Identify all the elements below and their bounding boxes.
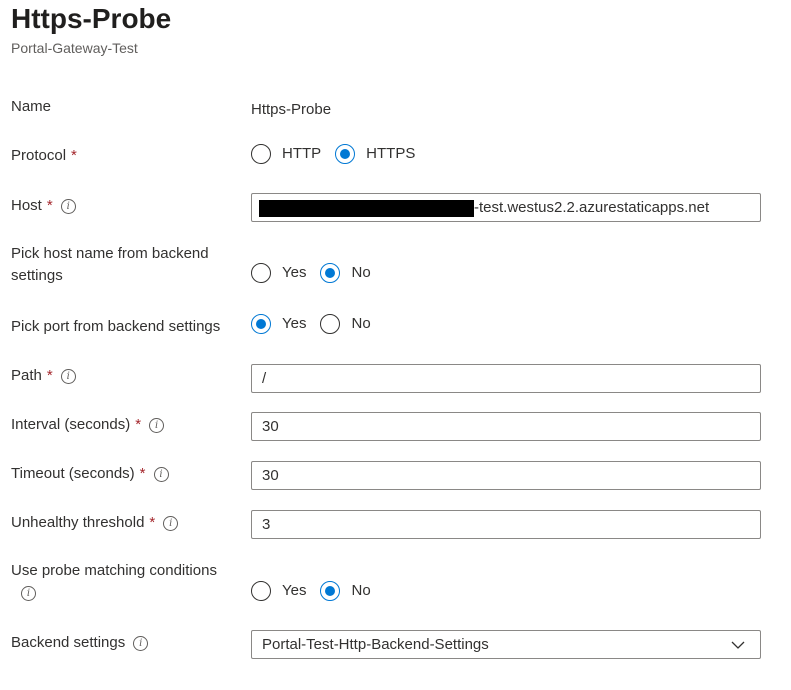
radio-circle[interactable] — [251, 581, 271, 601]
path-label-text: Path — [11, 367, 42, 384]
name-label: Name — [11, 96, 246, 118]
protocol-label-text: Protocol — [11, 147, 67, 164]
radio-circle[interactable] — [335, 144, 356, 164]
host-input-value: -test.westus2.2.azurestaticapps.net — [474, 199, 710, 216]
interval-label-text: Interval (seconds) — [11, 416, 131, 433]
unhealthy-threshold-input[interactable] — [251, 510, 761, 539]
required-indicator: * — [46, 197, 53, 214]
page-subtitle: Portal-Gateway-Test — [11, 40, 138, 56]
protocol-option-http[interactable]: HTTP — [251, 144, 321, 164]
host-label: Host * i — [11, 195, 246, 217]
radio-circle[interactable] — [251, 263, 271, 283]
protocol-option-https-label: HTTPS — [366, 145, 416, 162]
pick-port-option-yes[interactable]: Yes — [251, 314, 306, 334]
path-input[interactable] — [251, 364, 761, 393]
path-label: Path * i — [11, 365, 246, 387]
radio-circle[interactable] — [320, 263, 341, 283]
timeout-label: Timeout (seconds) * i — [11, 463, 246, 485]
required-indicator: * — [149, 514, 156, 531]
timeout-label-text: Timeout (seconds) — [11, 465, 135, 482]
info-icon[interactable]: i — [149, 418, 165, 433]
pick-host-option-no[interactable]: No — [320, 263, 371, 283]
redaction-bar — [259, 200, 474, 217]
backend-settings-label: Backend settings i — [11, 632, 246, 654]
pick-port-label-text: Pick port from backend settings — [11, 318, 221, 335]
matching-conditions-label-text: Use probe matching conditions — [11, 562, 217, 579]
protocol-radio-group: HTTP HTTPS — [251, 142, 429, 166]
info-icon[interactable]: i — [60, 199, 76, 214]
backend-settings-label-text: Backend settings — [11, 634, 126, 651]
unhealthy-threshold-label: Unhealthy threshold * i — [11, 512, 246, 534]
unhealthy-threshold-label-text: Unhealthy threshold — [11, 514, 145, 531]
pick-host-label: Pick host name from backend settings — [11, 243, 246, 287]
pick-host-radio-group: Yes No — [251, 261, 385, 285]
interval-label: Interval (seconds) * i — [11, 414, 246, 436]
pick-host-option-no-label: No — [351, 264, 371, 281]
timeout-input[interactable] — [251, 461, 761, 490]
pick-port-option-no[interactable]: No — [320, 314, 371, 334]
radio-circle[interactable] — [251, 144, 271, 164]
info-icon[interactable]: i — [21, 586, 36, 601]
backend-settings-selected-value: Portal-Test-Http-Backend-Settings — [262, 636, 489, 653]
matching-conditions-label: Use probe matching conditions i — [11, 560, 246, 604]
protocol-option-https[interactable]: HTTPS — [335, 144, 415, 164]
interval-input[interactable] — [251, 412, 761, 441]
protocol-label: Protocol * — [11, 145, 246, 167]
matching-option-yes-label: Yes — [282, 582, 307, 599]
matching-option-no-label: No — [351, 582, 371, 599]
info-icon[interactable]: i — [60, 369, 76, 384]
host-label-text: Host — [11, 197, 42, 214]
host-input[interactable]: -test.westus2.2.azurestaticapps.net — [251, 193, 761, 222]
protocol-option-http-label: HTTP — [282, 145, 322, 162]
required-indicator: * — [46, 367, 53, 384]
matching-option-no[interactable]: No — [320, 581, 371, 601]
matching-option-yes[interactable]: Yes — [251, 581, 306, 601]
name-label-text: Name — [11, 98, 52, 115]
info-icon[interactable]: i — [163, 516, 179, 531]
radio-circle[interactable] — [251, 314, 271, 334]
info-icon[interactable]: i — [133, 636, 149, 651]
name-value: Https-Probe — [251, 101, 332, 118]
pick-port-option-yes-label: Yes — [282, 315, 307, 332]
pick-host-option-yes-label: Yes — [282, 264, 307, 281]
radio-circle[interactable] — [320, 581, 341, 601]
page-title: Https-Probe — [11, 3, 172, 34]
required-indicator: * — [139, 465, 146, 482]
pick-port-option-no-label: No — [351, 315, 371, 332]
pick-port-label: Pick port from backend settings — [11, 316, 246, 338]
required-indicator: * — [135, 416, 142, 433]
matching-conditions-radio-group: Yes No — [251, 579, 385, 603]
backend-settings-dropdown[interactable]: Portal-Test-Http-Backend-Settings — [251, 630, 761, 659]
chevron-down-icon[interactable] — [730, 637, 746, 653]
required-indicator: * — [71, 147, 77, 164]
pick-port-radio-group: Yes No — [251, 312, 385, 336]
pick-host-label-text: Pick host name from backend settings — [11, 245, 209, 284]
pick-host-option-yes[interactable]: Yes — [251, 263, 306, 283]
info-icon[interactable]: i — [153, 467, 169, 482]
radio-circle[interactable] — [320, 314, 341, 334]
